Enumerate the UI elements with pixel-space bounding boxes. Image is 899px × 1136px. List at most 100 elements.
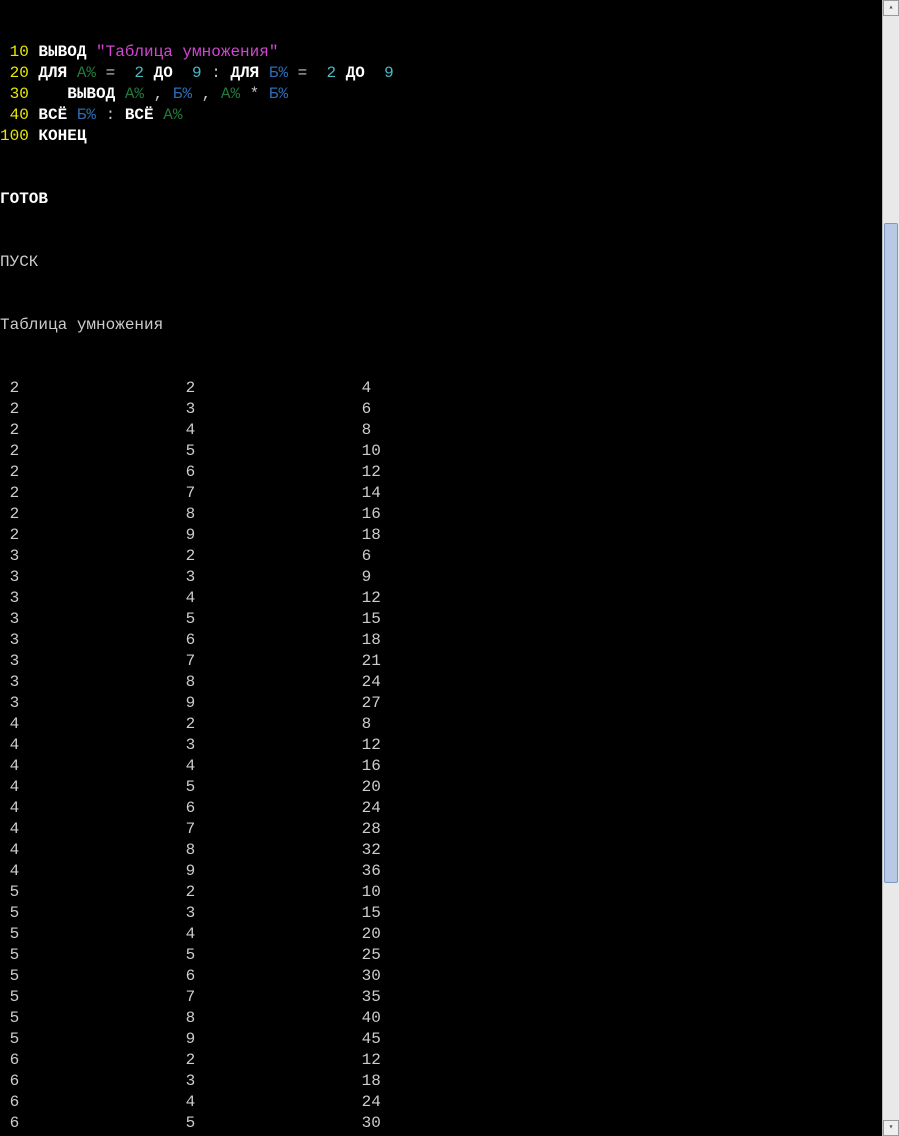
code-token: ДЛЯ [38, 64, 76, 82]
table-row: 6 4 24 [0, 1092, 882, 1113]
table-row: 4 8 32 [0, 840, 882, 861]
ready-prompt: ГОТОВ [0, 189, 882, 210]
table-row: 3 3 9 [0, 567, 882, 588]
code-token: * [240, 85, 269, 103]
table-row: 6 2 12 [0, 1050, 882, 1071]
col-c: 18 [352, 1071, 381, 1092]
col-a: 4 [0, 798, 176, 819]
code-token: Б% [173, 85, 192, 103]
col-a: 4 [0, 819, 176, 840]
col-a: 3 [0, 693, 176, 714]
col-c: 20 [352, 777, 381, 798]
table-row: 4 2 8 [0, 714, 882, 735]
col-c: 9 [352, 567, 371, 588]
code-token: Б% [77, 106, 96, 124]
col-b: 9 [176, 525, 352, 546]
col-b: 2 [176, 882, 352, 903]
col-b: 2 [176, 378, 352, 399]
table-row: 5 9 45 [0, 1029, 882, 1050]
table-row: 3 7 21 [0, 651, 882, 672]
data-rows: 2 2 4 2 3 6 2 4 8 2 5 10 2 6 12 2 7 14 2… [0, 378, 882, 1136]
col-c: 32 [352, 840, 381, 861]
col-b: 7 [176, 483, 352, 504]
col-a: 3 [0, 609, 176, 630]
col-c: 12 [352, 462, 381, 483]
line-number: 20 [0, 64, 38, 82]
col-c: 45 [352, 1029, 381, 1050]
col-b: 6 [176, 966, 352, 987]
col-a: 5 [0, 903, 176, 924]
col-c: 6 [352, 399, 371, 420]
table-row: 5 3 15 [0, 903, 882, 924]
table-row: 2 8 16 [0, 504, 882, 525]
scroll-up-button[interactable]: ▴ [883, 0, 899, 16]
col-b: 4 [176, 420, 352, 441]
col-c: 36 [352, 861, 381, 882]
table-row: 6 3 18 [0, 1071, 882, 1092]
table-row: 2 3 6 [0, 399, 882, 420]
col-b: 7 [176, 651, 352, 672]
col-a: 4 [0, 756, 176, 777]
col-b: 3 [176, 735, 352, 756]
table-row: 5 4 20 [0, 924, 882, 945]
col-a: 2 [0, 504, 176, 525]
col-a: 2 [0, 483, 176, 504]
col-b: 5 [176, 945, 352, 966]
scroll-down-button[interactable]: ▾ [883, 1120, 899, 1136]
code-token: "Таблица умножения" [96, 43, 278, 61]
col-a: 3 [0, 546, 176, 567]
col-c: 15 [352, 903, 381, 924]
code-token: 2 [326, 64, 336, 82]
col-b: 7 [176, 987, 352, 1008]
col-c: 24 [352, 798, 381, 819]
table-row: 3 6 18 [0, 630, 882, 651]
col-a: 3 [0, 567, 176, 588]
col-b: 9 [176, 1029, 352, 1050]
code-token: КОНЕЦ [38, 127, 86, 145]
col-b: 9 [176, 693, 352, 714]
col-a: 3 [0, 672, 176, 693]
table-row: 3 5 15 [0, 609, 882, 630]
vertical-scrollbar[interactable]: ▴ ▾ [882, 0, 899, 1136]
code-token: : [96, 106, 125, 124]
code-token: ДО [336, 64, 384, 82]
col-a: 5 [0, 924, 176, 945]
col-c: 35 [352, 987, 381, 1008]
code-token: ВЫВОД [38, 85, 124, 103]
col-c: 15 [352, 609, 381, 630]
code-line: 40 ВСЁ Б% : ВСЁ А% [0, 105, 882, 126]
col-c: 18 [352, 630, 381, 651]
col-b: 3 [176, 567, 352, 588]
col-c: 10 [352, 882, 381, 903]
code-token: 9 [192, 64, 202, 82]
code-token: = [96, 64, 134, 82]
col-b: 3 [176, 903, 352, 924]
code-token: , [192, 85, 221, 103]
col-c: 8 [352, 420, 371, 441]
code-token: , [144, 85, 173, 103]
col-c: 16 [352, 504, 381, 525]
col-c: 24 [352, 672, 381, 693]
col-c: 24 [352, 1092, 381, 1113]
col-b: 7 [176, 819, 352, 840]
col-b: 4 [176, 756, 352, 777]
col-b: 4 [176, 1092, 352, 1113]
table-row: 4 6 24 [0, 798, 882, 819]
table-row: 6 5 30 [0, 1113, 882, 1134]
col-b: 6 [176, 462, 352, 483]
code-token: ВСЁ [38, 106, 76, 124]
code-line: 20 ДЛЯ А% = 2 ДО 9 : ДЛЯ Б% = 2 ДО 9 [0, 63, 882, 84]
col-b: 2 [176, 714, 352, 735]
col-c: 27 [352, 693, 381, 714]
scrollbar-track[interactable] [883, 16, 899, 1120]
col-c: 4 [352, 378, 371, 399]
col-a: 3 [0, 651, 176, 672]
col-a: 2 [0, 378, 176, 399]
col-b: 4 [176, 588, 352, 609]
col-c: 12 [352, 1050, 381, 1071]
col-b: 9 [176, 861, 352, 882]
scrollbar-thumb[interactable] [884, 223, 898, 883]
col-a: 2 [0, 462, 176, 483]
code-token: ВСЁ [125, 106, 163, 124]
col-c: 18 [352, 525, 381, 546]
